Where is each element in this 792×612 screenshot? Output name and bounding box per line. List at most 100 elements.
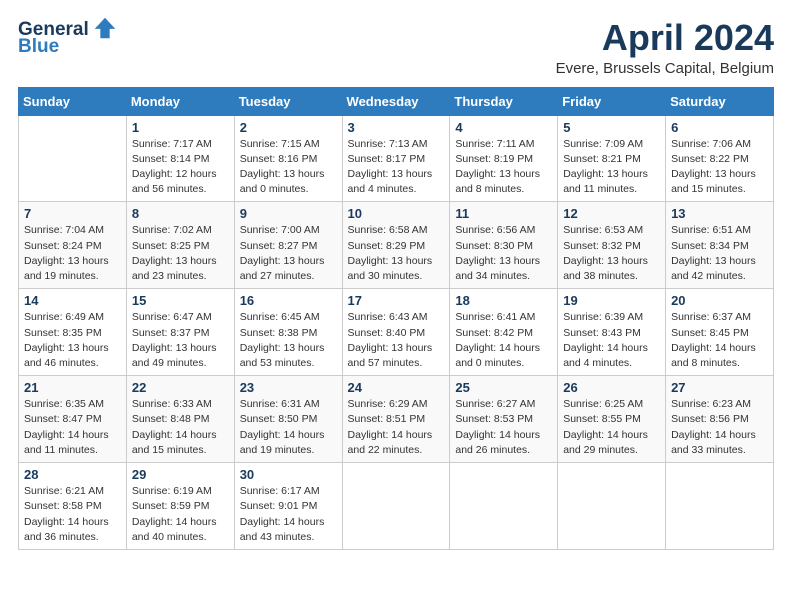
day-number: 8	[132, 206, 229, 221]
day-info: Sunrise: 6:29 AMSunset: 8:51 PMDaylight:…	[348, 397, 445, 458]
day-number: 12	[563, 206, 660, 221]
day-number: 16	[240, 293, 337, 308]
day-info: Sunrise: 6:56 AMSunset: 8:30 PMDaylight:…	[455, 223, 552, 284]
day-number: 2	[240, 120, 337, 135]
day-info: Sunrise: 7:09 AMSunset: 8:21 PMDaylight:…	[563, 137, 660, 198]
header-thursday: Thursday	[450, 87, 558, 115]
header-tuesday: Tuesday	[234, 87, 342, 115]
calendar-cell: 17 Sunrise: 6:43 AMSunset: 8:40 PMDayligh…	[342, 289, 450, 376]
day-info: Sunrise: 6:49 AMSunset: 8:35 PMDaylight:…	[24, 310, 121, 371]
calendar-table: Sunday Monday Tuesday Wednesday Thursday…	[18, 87, 774, 550]
day-info: Sunrise: 6:19 AMSunset: 8:59 PMDaylight:…	[132, 484, 229, 545]
calendar-cell: 5 Sunrise: 7:09 AMSunset: 8:21 PMDaylight…	[558, 115, 666, 202]
day-number: 1	[132, 120, 229, 135]
day-info: Sunrise: 7:13 AMSunset: 8:17 PMDaylight:…	[348, 137, 445, 198]
day-number: 30	[240, 467, 337, 482]
day-number: 11	[455, 206, 552, 221]
calendar-cell: 8Sunrise: 7:02 AMSunset: 8:25 PMDaylight…	[126, 202, 234, 289]
calendar-cell: 20 Sunrise: 6:37 AMSunset: 8:45 PMDayligh…	[666, 289, 774, 376]
calendar-cell	[342, 463, 450, 550]
calendar-cell: 23 Sunrise: 6:31 AMSunset: 8:50 PMDayligh…	[234, 376, 342, 463]
calendar-cell	[558, 463, 666, 550]
day-info: Sunrise: 6:21 AMSunset: 8:58 PMDaylight:…	[24, 484, 121, 545]
calendar-cell: 30 Sunrise: 6:17 AMSunset: 9:01 PMDayligh…	[234, 463, 342, 550]
calendar-cell: 26Sunrise: 6:25 AMSunset: 8:55 PMDayligh…	[558, 376, 666, 463]
calendar-cell: 22Sunrise: 6:33 AMSunset: 8:48 PMDayligh…	[126, 376, 234, 463]
title-block: April 2024 Evere, Brussels Capital, Belg…	[556, 18, 774, 77]
day-info: Sunrise: 6:47 AMSunset: 8:37 PMDaylight:…	[132, 310, 229, 371]
day-info: Sunrise: 6:45 AMSunset: 8:38 PMDaylight:…	[240, 310, 337, 371]
day-number: 19	[563, 293, 660, 308]
day-info: Sunrise: 7:06 AMSunset: 8:22 PMDaylight:…	[671, 137, 768, 198]
day-info: Sunrise: 6:25 AMSunset: 8:55 PMDaylight:…	[563, 397, 660, 458]
calendar-cell: 1 Sunrise: 7:17 AMSunset: 8:14 PMDaylight…	[126, 115, 234, 202]
day-info: Sunrise: 6:27 AMSunset: 8:53 PMDaylight:…	[455, 397, 552, 458]
calendar-cell: 21Sunrise: 6:35 AMSunset: 8:47 PMDayligh…	[19, 376, 127, 463]
calendar-cell: 15 Sunrise: 6:47 AMSunset: 8:37 PMDayligh…	[126, 289, 234, 376]
calendar-cell: 19Sunrise: 6:39 AMSunset: 8:43 PMDayligh…	[558, 289, 666, 376]
day-info: Sunrise: 6:58 AMSunset: 8:29 PMDaylight:…	[348, 223, 445, 284]
page: General Blue April 2024 Evere, Brussels …	[0, 0, 792, 612]
calendar-cell	[666, 463, 774, 550]
day-number: 6	[671, 120, 768, 135]
calendar-cell: 13Sunrise: 6:51 AMSunset: 8:34 PMDayligh…	[666, 202, 774, 289]
logo-blue-text: Blue	[18, 36, 119, 58]
day-info: Sunrise: 7:15 AMSunset: 8:16 PMDaylight:…	[240, 137, 337, 198]
calendar-cell	[450, 463, 558, 550]
day-number: 9	[240, 206, 337, 221]
day-info: Sunrise: 6:53 AMSunset: 8:32 PMDaylight:…	[563, 223, 660, 284]
header-friday: Friday	[558, 87, 666, 115]
calendar-cell: 2 Sunrise: 7:15 AMSunset: 8:16 PMDaylight…	[234, 115, 342, 202]
day-info: Sunrise: 6:17 AMSunset: 9:01 PMDaylight:…	[240, 484, 337, 545]
calendar-cell: 14Sunrise: 6:49 AMSunset: 8:35 PMDayligh…	[19, 289, 127, 376]
header-monday: Monday	[126, 87, 234, 115]
calendar-cell: 28Sunrise: 6:21 AMSunset: 8:58 PMDayligh…	[19, 463, 127, 550]
calendar-cell: 11 Sunrise: 6:56 AMSunset: 8:30 PMDayligh…	[450, 202, 558, 289]
calendar-cell: 25Sunrise: 6:27 AMSunset: 8:53 PMDayligh…	[450, 376, 558, 463]
day-info: Sunrise: 6:41 AMSunset: 8:42 PMDaylight:…	[455, 310, 552, 371]
day-info: Sunrise: 6:33 AMSunset: 8:48 PMDaylight:…	[132, 397, 229, 458]
day-info: Sunrise: 7:11 AMSunset: 8:19 PMDaylight:…	[455, 137, 552, 198]
header: General Blue April 2024 Evere, Brussels …	[18, 18, 774, 77]
calendar-cell: 10 Sunrise: 6:58 AMSunset: 8:29 PMDayligh…	[342, 202, 450, 289]
day-info: Sunrise: 6:23 AMSunset: 8:56 PMDaylight:…	[671, 397, 768, 458]
calendar-cell: 18 Sunrise: 6:41 AMSunset: 8:42 PMDayligh…	[450, 289, 558, 376]
day-number: 7	[24, 206, 121, 221]
day-number: 4	[455, 120, 552, 135]
calendar-week-1: 1 Sunrise: 7:17 AMSunset: 8:14 PMDaylight…	[19, 115, 774, 202]
calendar-cell: 12 Sunrise: 6:53 AMSunset: 8:32 PMDayligh…	[558, 202, 666, 289]
day-number: 10	[348, 206, 445, 221]
day-number: 27	[671, 380, 768, 395]
calendar-week-4: 21Sunrise: 6:35 AMSunset: 8:47 PMDayligh…	[19, 376, 774, 463]
calendar-cell: 16 Sunrise: 6:45 AMSunset: 8:38 PMDayligh…	[234, 289, 342, 376]
header-sunday: Sunday	[19, 87, 127, 115]
calendar-header-row: Sunday Monday Tuesday Wednesday Thursday…	[19, 87, 774, 115]
day-info: Sunrise: 7:00 AMSunset: 8:27 PMDaylight:…	[240, 223, 337, 284]
calendar-cell: 6 Sunrise: 7:06 AMSunset: 8:22 PMDaylight…	[666, 115, 774, 202]
calendar-week-2: 7Sunrise: 7:04 AMSunset: 8:24 PMDaylight…	[19, 202, 774, 289]
day-number: 17	[348, 293, 445, 308]
calendar-cell: 9 Sunrise: 7:00 AMSunset: 8:27 PMDaylight…	[234, 202, 342, 289]
day-info: Sunrise: 6:37 AMSunset: 8:45 PMDaylight:…	[671, 310, 768, 371]
subtitle: Evere, Brussels Capital, Belgium	[556, 60, 774, 77]
day-number: 15	[132, 293, 229, 308]
calendar-cell: 24Sunrise: 6:29 AMSunset: 8:51 PMDayligh…	[342, 376, 450, 463]
day-info: Sunrise: 6:51 AMSunset: 8:34 PMDaylight:…	[671, 223, 768, 284]
day-number: 18	[455, 293, 552, 308]
day-info: Sunrise: 6:35 AMSunset: 8:47 PMDaylight:…	[24, 397, 121, 458]
calendar-week-5: 28Sunrise: 6:21 AMSunset: 8:58 PMDayligh…	[19, 463, 774, 550]
day-info: Sunrise: 6:31 AMSunset: 8:50 PMDaylight:…	[240, 397, 337, 458]
calendar-cell	[19, 115, 127, 202]
day-number: 5	[563, 120, 660, 135]
logo: General Blue	[18, 18, 119, 58]
calendar-week-3: 14Sunrise: 6:49 AMSunset: 8:35 PMDayligh…	[19, 289, 774, 376]
day-info: Sunrise: 6:43 AMSunset: 8:40 PMDaylight:…	[348, 310, 445, 371]
day-number: 23	[240, 380, 337, 395]
calendar-cell: 29 Sunrise: 6:19 AMSunset: 8:59 PMDayligh…	[126, 463, 234, 550]
main-title: April 2024	[556, 18, 774, 58]
day-number: 3	[348, 120, 445, 135]
header-wednesday: Wednesday	[342, 87, 450, 115]
day-number: 29	[132, 467, 229, 482]
day-number: 20	[671, 293, 768, 308]
day-info: Sunrise: 7:17 AMSunset: 8:14 PMDaylight:…	[132, 137, 229, 198]
